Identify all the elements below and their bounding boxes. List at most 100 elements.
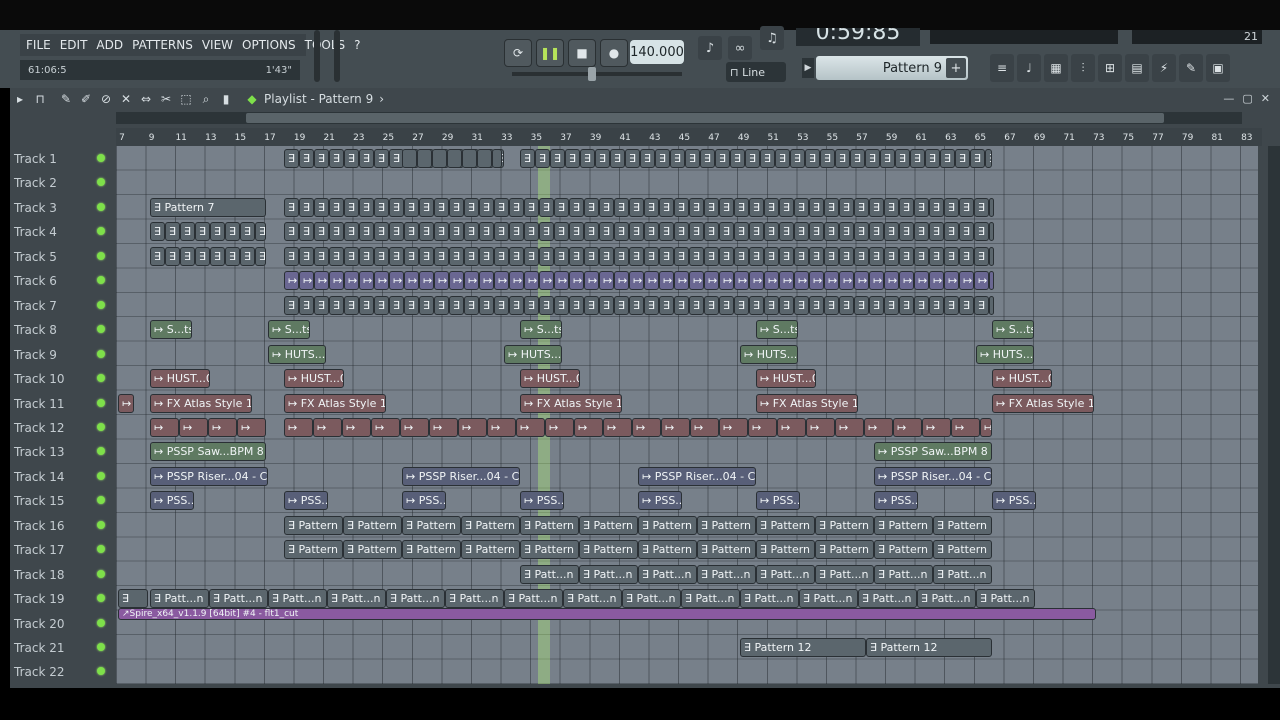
playlist-clip[interactable]: ∃ [299,295,314,315]
playlist-clip[interactable]: ∃ Patt...n 11 [445,589,504,609]
playlist-clip[interactable]: ↦ [914,271,929,291]
playlist-clip[interactable]: ∃ [749,246,764,266]
project-tree-icon[interactable]: ⊞ [1098,54,1122,82]
playlist-clip[interactable]: ∃ [839,295,854,315]
track-header[interactable]: Track 12 [10,415,116,439]
playlist-clip[interactable]: ∃ [790,149,805,168]
playlist-clip[interactable]: ∃ [794,197,809,217]
playlist-clip[interactable]: ∃ [299,246,314,266]
title-arrow-icon[interactable]: › [379,92,384,106]
playlist-clip[interactable]: ∃ [689,295,704,315]
playlist-clip[interactable] [462,149,477,168]
playlist-clip[interactable]: ∃ [959,295,974,315]
playlist-clip[interactable]: ↦ [835,417,864,437]
playlist-clip[interactable]: ↦ [344,271,359,291]
playlist-menu-icon[interactable]: ▸ [10,92,30,106]
playlist-clip[interactable]: ∃ [419,222,434,242]
playlist-clip[interactable]: ∃ Pattern 12 [866,638,992,657]
playlist-clip[interactable]: ∃ [464,246,479,266]
playlist-clip[interactable]: ∃ [449,197,464,217]
playlist-clip[interactable]: ∃ Patt...n 10 [933,564,992,584]
playlist-clip[interactable]: ↦ PSSP Riser...04 - CITS 1 [874,466,992,486]
playlist-clip[interactable]: ∃ [554,295,569,315]
playlist-clip[interactable]: ∃ [359,197,374,217]
playlist-clip[interactable]: ∃ [685,149,700,168]
menu-options[interactable]: OPTIONS [242,38,296,52]
record-button[interactable]: ● [600,39,628,67]
playlist-clip[interactable]: ↦ [824,271,839,291]
track-header[interactable]: Track 16 [10,513,116,537]
playlist-clip[interactable]: ∃ [644,295,659,315]
track-mute-led-icon[interactable] [97,569,105,578]
playlist-clip[interactable]: ↦ [704,271,719,291]
playlist-clip[interactable]: ↦ FX Atlas Style 1 [150,393,252,413]
playlist-clip[interactable]: ∃ [329,246,344,266]
playlist-clip[interactable]: ∃ [449,222,464,242]
playlist-clip[interactable]: ↦ PSS...1 [150,491,194,511]
playlist-clip[interactable]: ∃ [794,246,809,266]
playlist-clip[interactable]: ∃ [404,197,419,217]
playlist-clip[interactable]: ∃ [944,246,959,266]
playlist-clip[interactable]: ∃ [824,197,839,217]
playlist-clip[interactable]: ∃ Pattern 9 [343,540,402,560]
playlist-clip[interactable]: ↦ [854,271,869,291]
playlist-clip[interactable]: ∃ Pattern 9 [461,540,520,560]
playlist-clip[interactable]: ↦ [313,417,342,437]
playlist-clip[interactable]: ∃ Pattern 8 [284,515,343,535]
metronome-icon[interactable]: ♪ [698,36,722,60]
playlist-clip[interactable]: ↦ S...ts) [150,320,192,340]
playlist-clip[interactable]: ∃ [734,197,749,217]
delete-tool-icon[interactable]: ⊘ [96,92,116,106]
playlist-clip[interactable]: ↦ [509,271,524,291]
track-mute-led-icon[interactable] [97,300,105,309]
playlist-clip[interactable]: ↦ [748,417,777,437]
playlist-clip[interactable]: ↦ HUTS...03 [976,344,1034,364]
playlist-clip[interactable]: ∃ [344,197,359,217]
playlist-clip[interactable]: ↦ [329,271,344,291]
playlist-clip[interactable]: ∃ Patt...n 11 [504,589,563,609]
playlist-clip[interactable]: ∃ Patt...n 10 [756,564,815,584]
playlist-clip[interactable]: ∃ [329,222,344,242]
playlist-clip[interactable]: ∃ [599,222,614,242]
track-mute-led-icon[interactable] [97,374,105,383]
track-header[interactable]: Track 10 [10,366,116,390]
track-header[interactable]: Track 7 [10,293,116,317]
track-header[interactable]: Track 3 [10,195,116,219]
playlist-clip[interactable]: ∃ Pattern 8 [343,515,402,535]
playlist-clip[interactable]: ∃ [494,246,509,266]
playlist-clip[interactable]: ↦ [974,271,989,291]
playlist-clip[interactable]: ↦ [690,417,719,437]
playlist-clip[interactable]: ∃ [284,246,299,266]
playlist-clip[interactable]: ∃ Pattern 7 [150,197,266,217]
menu-help[interactable]: ? [354,38,360,52]
playlist-clip[interactable]: ↦ [359,271,374,291]
playback-tool-icon[interactable]: ▮ [216,92,236,106]
playlist-clip[interactable] [432,149,447,168]
playlist-clip[interactable]: ∃ [509,295,524,315]
playlist-clip[interactable]: ∃ [314,246,329,266]
playlist-clip[interactable]: ↦ [779,271,794,291]
playlist-clip[interactable]: ↦ [479,271,494,291]
playlist-clip[interactable]: ∃ [929,246,944,266]
playlist-clip[interactable]: ∃ [479,295,494,315]
playlist-clip[interactable]: ↦ [689,271,704,291]
playlist-clip[interactable]: ↦ [516,417,545,437]
playlist-clip[interactable]: ∃ [359,295,374,315]
playlist-clip[interactable]: ∃ [509,246,524,266]
playlist-clip[interactable]: ∃ [745,149,760,168]
playlist-clip[interactable]: ∃ [929,222,944,242]
playlist-clip[interactable]: ∃ [854,197,869,217]
close-icon[interactable]: ✕ [1261,92,1270,105]
playlist-clip[interactable]: ↦ [922,417,951,437]
playlist-clip[interactable]: ∃ [719,197,734,217]
playlist-clip[interactable]: ∃ [899,295,914,315]
playlist-clip[interactable]: ↦ S...ts) [992,320,1034,340]
horizontal-scrollbar[interactable] [116,112,1242,124]
playlist-clip[interactable]: ↦ [554,271,569,291]
playlist-clip[interactable]: ∃ [165,246,180,266]
playlist-clip[interactable]: ∃ [404,222,419,242]
playlist-clip[interactable]: ∃ Pattern 9 [756,540,815,560]
playlist-clip[interactable]: ∃ [449,246,464,266]
playlist-clip[interactable]: ↦ [734,271,749,291]
playlist-clip[interactable]: ∃ [599,295,614,315]
